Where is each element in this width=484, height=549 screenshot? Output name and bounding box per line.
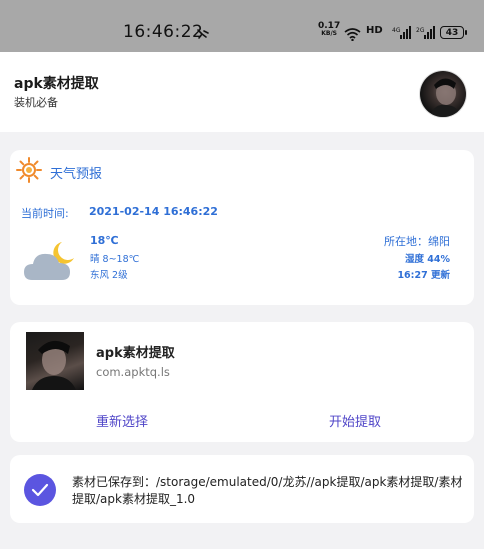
wifi-icon [344,26,361,45]
current-time-label: 当前时间: [21,207,69,220]
alarm-icon [196,25,210,44]
page-subtitle: 装机必备 [14,96,58,109]
status-time: 16:46:22 [123,22,204,42]
portrait-thumbnail-icon [32,340,76,390]
humidity: 湿度 44% [404,254,450,265]
app-name: apk素材提取 [96,346,175,361]
partly-cloudy-icon [22,236,78,288]
net-speed-unit: KB/S [321,30,337,37]
app-package: com.apktq.ls [96,365,170,379]
status-bar: 16:46:22 0.17 KB/S HD 4G 2G 43 [0,0,484,52]
net-speed: 0.17 KB/S [318,22,340,38]
avatar[interactable] [420,71,466,117]
net-speed-value: 0.17 [318,21,341,31]
hd-indicator: HD [366,25,383,36]
update-time: 16:27 更新 [397,270,450,281]
svg-text:4G: 4G [392,27,401,34]
page-title: apk素材提取 [14,76,99,92]
wind: 东风 2级 [90,270,128,281]
start-extract-button[interactable]: 开始提取 [329,411,381,430]
avatar-portrait-icon [430,78,460,117]
location: 所在地：绵阳 [384,235,450,248]
check-icon [24,474,56,506]
battery-level: 43 [445,27,459,38]
signal-4g-icon: 4G [392,25,412,44]
app-header: apk素材提取 装机必备 [0,52,484,132]
app-thumbnail [26,332,84,390]
weather-title: 天气预报 [50,167,103,182]
sun-icon [15,156,43,188]
battery-icon: 43 [440,26,467,39]
reselect-button[interactable]: 重新选择 [96,411,148,430]
svg-text:2G: 2G [416,27,425,34]
condition-range: 晴 8~18℃ [90,254,140,265]
app-card: apk素材提取 com.apktq.ls 重新选择 开始提取 [10,322,474,442]
saved-notice-card: 素材已保存到：/storage/emulated/0/龙苏//apk提取/apk… [10,455,474,523]
temperature: 18℃ [90,234,119,247]
current-time-value: 2021-02-14 16:46:22 [89,205,218,218]
signal-2g-icon: 2G [416,25,436,44]
saved-path-text: 素材已保存到：/storage/emulated/0/龙苏//apk提取/apk… [72,475,463,506]
weather-card: 天气预报 当前时间: 2021-02-14 16:46:22 18℃ 晴 8~1… [10,150,474,305]
